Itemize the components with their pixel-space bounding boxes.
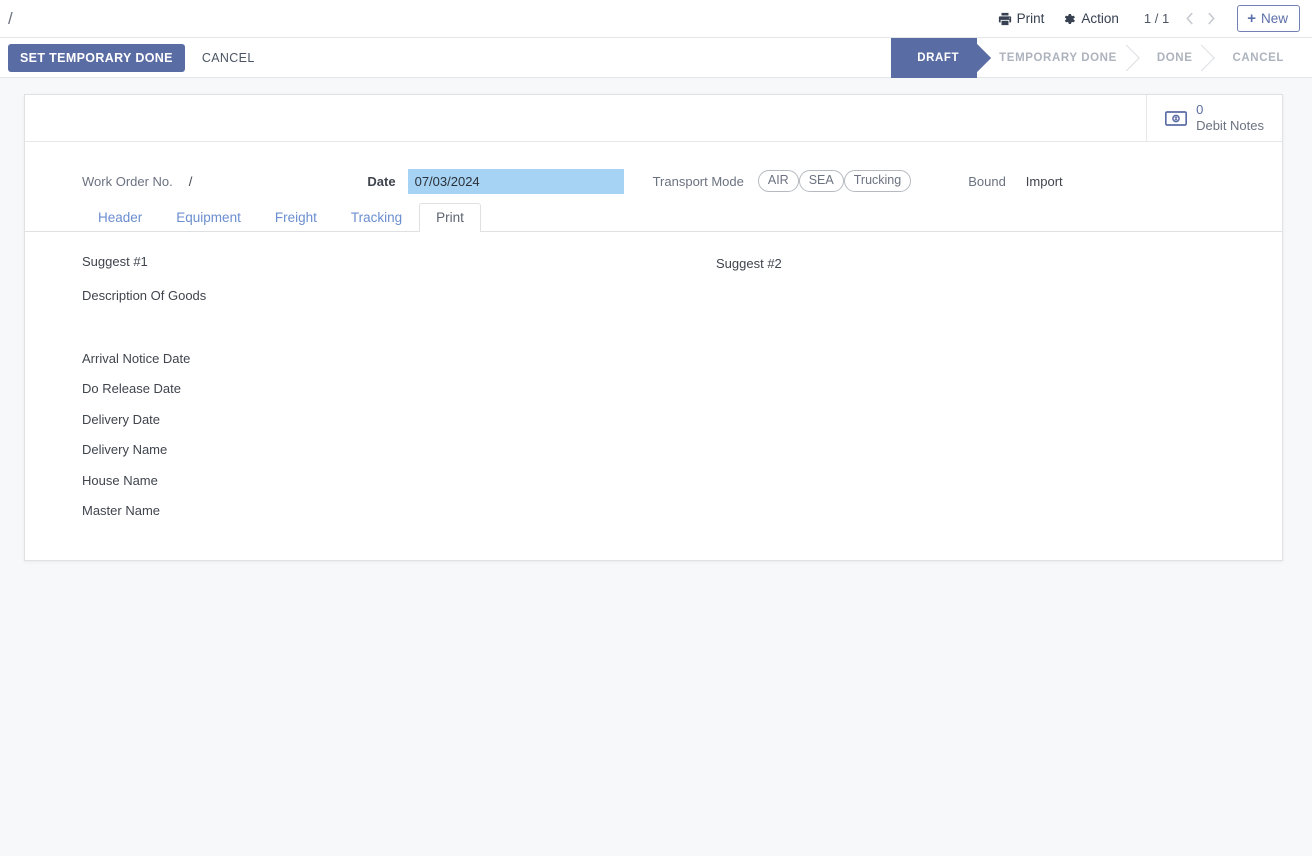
house-name-label: House Name xyxy=(25,465,1282,496)
print-button[interactable]: Print xyxy=(989,7,1054,30)
form-sheet: 0 Debit Notes Work Order No. / Date Tran… xyxy=(24,94,1283,561)
stage-label: CANCEL xyxy=(1232,52,1284,64)
do-release-date-label: Do Release Date xyxy=(25,374,1282,405)
delivery-date-label: Delivery Date xyxy=(25,404,1282,435)
print-label: Print xyxy=(1017,11,1045,26)
stage-done[interactable]: DONE xyxy=(1135,38,1211,78)
transport-mode-group: Transport Mode AIR SEA Trucking xyxy=(653,170,912,192)
tab-tracking[interactable]: Tracking xyxy=(334,203,419,232)
transport-mode-option-air[interactable]: AIR xyxy=(758,170,799,192)
new-button[interactable]: + New xyxy=(1237,5,1300,32)
tab-equipment[interactable]: Equipment xyxy=(159,203,258,232)
pager-next-icon[interactable] xyxy=(1201,8,1221,30)
suggest-1-label: Suggest #1 xyxy=(82,254,716,269)
delivery-name-label: Delivery Name xyxy=(25,435,1282,466)
date-group: Date xyxy=(367,169,623,194)
action-label: Action xyxy=(1081,11,1119,26)
master-name-label: Master Name xyxy=(25,496,1282,527)
stage-cancel[interactable]: CANCEL xyxy=(1210,38,1302,78)
debit-notes-text: 0 Debit Notes xyxy=(1196,102,1264,135)
print-page-spacer xyxy=(25,303,1282,343)
sheet-header: 0 Debit Notes xyxy=(25,95,1282,142)
bound-group: Bound Import xyxy=(968,174,1062,189)
record-title-zone xyxy=(25,95,1146,141)
new-label: New xyxy=(1261,11,1288,26)
tab-page-print: Suggest #1 Suggest #2 Description Of Goo… xyxy=(25,232,1282,560)
control-panel-top: / Print Action 1 / 1 xyxy=(0,0,1312,38)
work-order-no-value[interactable]: / xyxy=(189,174,193,189)
printer-icon xyxy=(998,12,1012,26)
date-input[interactable] xyxy=(408,169,624,194)
smart-button-box: 0 Debit Notes xyxy=(1146,95,1282,141)
transport-mode-option-sea[interactable]: SEA xyxy=(799,170,844,192)
stage-label: DRAFT xyxy=(917,52,959,64)
action-statusbar: SET TEMPORARY DONE CANCEL DRAFT TEMPORAR… xyxy=(0,38,1312,78)
work-order-no-label: Work Order No. xyxy=(82,174,173,189)
breadcrumb[interactable]: / xyxy=(8,9,13,29)
stage-draft[interactable]: DRAFT xyxy=(891,38,977,78)
description-of-goods-label: Description Of Goods xyxy=(25,271,1282,303)
transport-mode-option-trucking[interactable]: Trucking xyxy=(844,170,911,192)
debit-notes-smart-button[interactable]: 0 Debit Notes xyxy=(1163,98,1266,139)
status-stages: DRAFT TEMPORARY DONE DONE CANCEL xyxy=(887,38,1302,78)
suggest-2-label: Suggest #2 xyxy=(716,254,782,271)
debit-notes-count: 0 xyxy=(1196,102,1264,118)
set-temporary-done-button[interactable]: SET TEMPORARY DONE xyxy=(8,44,185,72)
stage-temporary-done[interactable]: TEMPORARY DONE xyxy=(977,38,1135,78)
stage-label: TEMPORARY DONE xyxy=(999,52,1117,64)
debit-notes-label: Debit Notes xyxy=(1196,118,1264,134)
suggest-row: Suggest #1 Suggest #2 xyxy=(25,254,1282,271)
bound-label: Bound xyxy=(968,174,1006,189)
action-button[interactable]: Action xyxy=(1053,7,1128,30)
transport-mode-options: AIR SEA Trucking xyxy=(758,170,911,192)
pager-previous-icon[interactable] xyxy=(1179,8,1199,30)
sheet-container: 0 Debit Notes Work Order No. / Date Tran… xyxy=(0,78,1312,577)
pager: 1 / 1 xyxy=(1142,8,1221,30)
cancel-button[interactable]: CANCEL xyxy=(192,44,265,72)
header-fields-row: Work Order No. / Date Transport Mode AIR… xyxy=(25,142,1282,200)
notebook: Header Equipment Freight Tracking Print … xyxy=(25,200,1282,560)
work-order-no-group: Work Order No. / xyxy=(82,174,192,189)
tab-print[interactable]: Print xyxy=(419,203,481,232)
pager-count: 1 / 1 xyxy=(1142,11,1177,26)
notebook-tabs: Header Equipment Freight Tracking Print xyxy=(25,200,1282,232)
control-panel-actions: Print Action 1 / 1 xyxy=(989,5,1300,32)
tab-freight[interactable]: Freight xyxy=(258,203,334,232)
gear-icon xyxy=(1062,12,1076,26)
arrival-notice-date-label: Arrival Notice Date xyxy=(25,343,1282,374)
transport-mode-label: Transport Mode xyxy=(653,174,744,189)
money-bill-icon xyxy=(1165,111,1187,126)
date-label: Date xyxy=(367,174,395,189)
tab-header[interactable]: Header xyxy=(81,203,159,232)
plus-icon: + xyxy=(1247,11,1256,26)
stage-label: DONE xyxy=(1157,52,1193,64)
bound-value[interactable]: Import xyxy=(1026,174,1063,189)
